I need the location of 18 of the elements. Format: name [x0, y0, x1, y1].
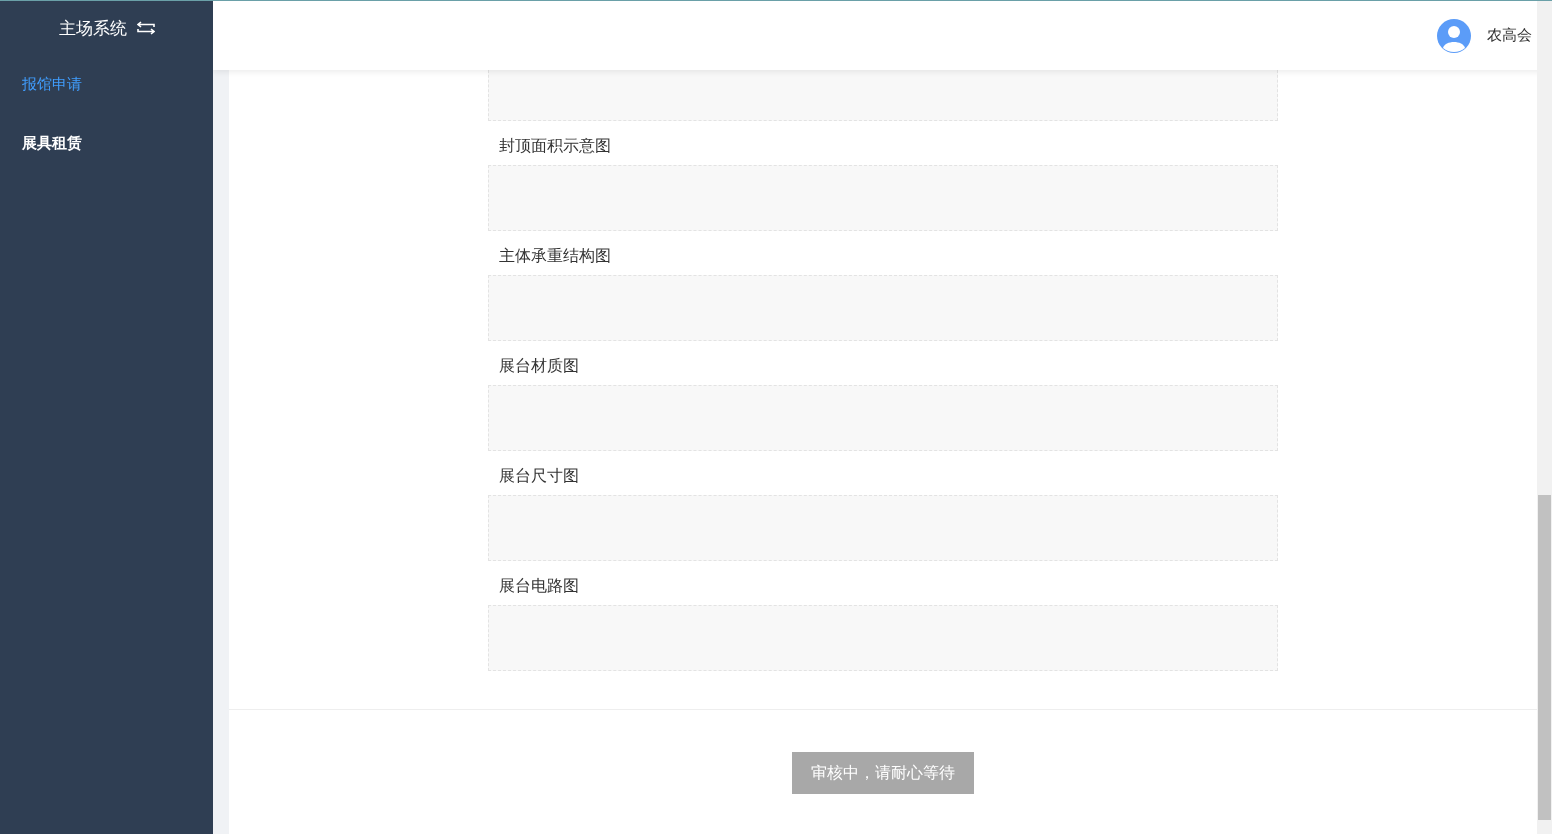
field-label: 展台尺寸图: [498, 465, 580, 487]
upload-area[interactable]: [488, 165, 1278, 231]
nav-item[interactable]: 展具租赁: [0, 114, 213, 173]
user-name: 农高会: [1487, 26, 1532, 45]
upload-area[interactable]: [488, 70, 1278, 121]
field-label: 封顶面积示意图: [498, 135, 612, 157]
field-label: 展台材质图: [498, 355, 580, 377]
scrollbar[interactable]: [1537, 1, 1552, 834]
avatar-icon[interactable]: [1437, 18, 1471, 53]
field-label: 主体承重结构图: [498, 245, 612, 267]
upload-area[interactable]: [488, 605, 1278, 671]
field-label: 展台电路图: [498, 575, 580, 597]
upload-area[interactable]: [488, 385, 1278, 451]
switch-icon[interactable]: [136, 21, 155, 35]
upload-area[interactable]: [488, 275, 1278, 341]
upload-area[interactable]: [488, 495, 1278, 561]
app-title: 主场系统: [58, 16, 127, 40]
nav-item[interactable]: 报馆申请: [0, 55, 213, 114]
